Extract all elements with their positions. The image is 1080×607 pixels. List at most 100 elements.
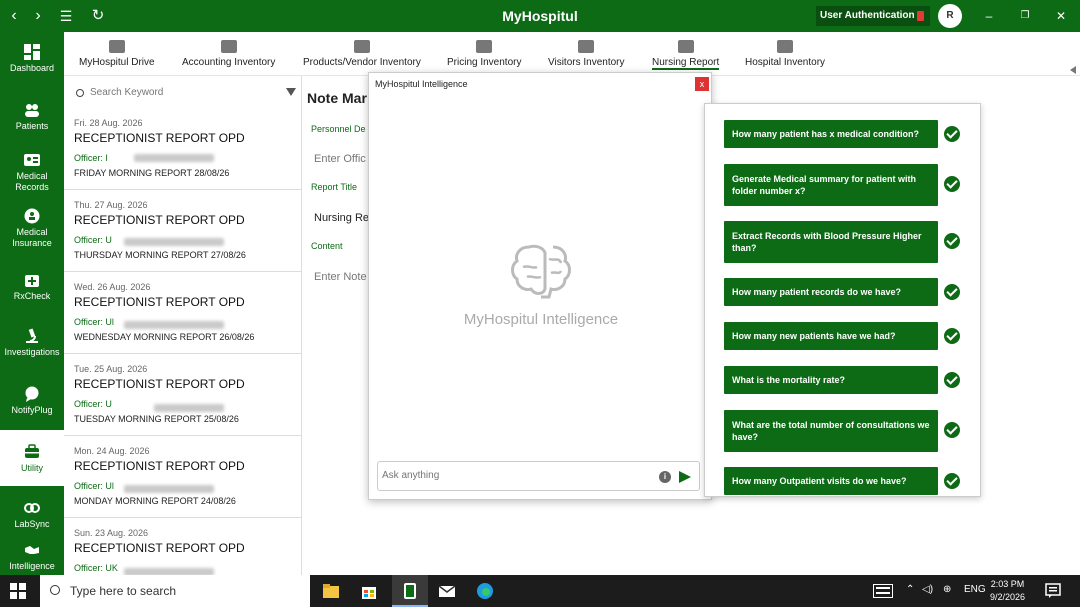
list-item[interactable]: Thu. 27 Aug. 2026 RECEPTIONIST REPORT OP… [64, 190, 301, 272]
sidebar-item-patients[interactable]: Patients [0, 102, 64, 142]
refresh-icon[interactable]: ↻ [88, 6, 108, 26]
report-date: Thu. 27 Aug. 2026 [74, 200, 148, 210]
title-bar: ‹ › ☰ ↻ MyHospitul User Authentication R… [0, 0, 1080, 32]
hamburger-menu-icon[interactable]: ☰ [56, 6, 76, 26]
tab-myhospitul-drive[interactable]: MyHospitul Drive [79, 40, 155, 68]
tab-visitors-inventory[interactable]: Visitors Inventory [548, 40, 625, 68]
personnel-label: Personnel De [311, 124, 366, 134]
dialog-logo-text: MyHospitul Intelligence [463, 311, 619, 328]
question-button[interactable]: How many patient has x medical condition… [724, 120, 938, 148]
list-item[interactable]: Wed. 26 Aug. 2026 RECEPTIONIST REPORT OP… [64, 272, 301, 354]
redaction [124, 485, 214, 493]
tab-label: Products/Vendor Inventory [303, 57, 421, 68]
keyboard-icon[interactable] [873, 584, 893, 598]
top-navigation: MyHospitul Drive Accounting Inventory Pr… [64, 32, 1080, 76]
taskbar-search-placeholder: Type here to search [70, 584, 177, 598]
calculator-icon [353, 40, 370, 53]
windows-start-icon[interactable] [10, 583, 26, 599]
notifications-icon[interactable] [1045, 583, 1061, 599]
store-icon[interactable] [360, 582, 378, 600]
search-icon [76, 89, 84, 97]
list-item[interactable]: Sun. 23 Aug. 2026 RECEPTIONIST REPORT OP… [64, 518, 301, 575]
redaction [124, 321, 224, 329]
clock-date: 9/2/2026 [990, 592, 1026, 602]
question-button[interactable]: What are the total number of consultatio… [724, 410, 938, 452]
globe-icon[interactable]: ⊕ [943, 584, 951, 595]
check-icon [944, 126, 960, 142]
user-authentication-button[interactable]: User Authentication [816, 6, 930, 26]
question-button[interactable]: How many new patients have we had? [724, 322, 938, 350]
taskbar: Type here to search ⌃ ◁) ⊕ ENG 2:03 PM 9… [0, 575, 1080, 607]
list-item[interactable]: Fri. 28 Aug. 2026 RECEPTIONIST REPORT OP… [64, 108, 301, 190]
chat-input[interactable] [382, 470, 642, 481]
sidebar: Dashboard Patients Medical Records Medic… [0, 32, 64, 575]
sync-icon [24, 503, 40, 513]
list-item[interactable]: Mon. 24 Aug. 2026 RECEPTIONIST REPORT OP… [64, 436, 301, 518]
question-button[interactable]: Extract Records with Blood Pressure High… [724, 221, 938, 263]
report-title: RECEPTIONIST REPORT OPD [74, 213, 245, 227]
minimize-icon[interactable]: – [980, 8, 998, 24]
id-card-icon [24, 154, 40, 166]
sidebar-item-dashboard[interactable]: Dashboard [0, 44, 64, 90]
shield-icon [24, 208, 40, 224]
tab-hospital-inventory[interactable]: Hospital Inventory [745, 40, 825, 68]
users-icon [25, 104, 39, 117]
report-summary: FRIDAY MORNING REPORT 28/08/26 [74, 168, 230, 178]
report-title-field[interactable]: Nursing Re [314, 212, 369, 224]
question-button[interactable]: How many Outpatient visits do we have? [724, 467, 938, 495]
system-clock[interactable]: 2:03 PM 9/2/2026 [990, 578, 1025, 604]
taskbar-search-input[interactable]: Type here to search [40, 575, 310, 607]
user-authentication-label: User Authentication [820, 10, 915, 21]
officer-field[interactable]: Enter Offic [314, 153, 366, 165]
tab-label: Nursing Report [652, 57, 720, 68]
maximize-icon[interactable]: ❐ [1016, 8, 1034, 24]
chat-bubble-icon [25, 386, 39, 402]
medkit-icon [25, 275, 39, 287]
question-button[interactable]: How many patient records do we have? [724, 278, 938, 306]
sidebar-item-medical-insurance[interactable]: Medical Insurance [0, 208, 64, 252]
report-summary: THURSDAY MORNING REPORT 27/08/26 [74, 250, 246, 260]
note-field[interactable]: Enter Note [314, 271, 367, 283]
microscope-icon [26, 328, 38, 343]
tab-nursing-report[interactable]: Nursing Report [652, 40, 720, 70]
mail-icon[interactable] [438, 582, 456, 600]
filter-icon[interactable] [286, 88, 296, 96]
tab-accounting-inventory[interactable]: Accounting Inventory [182, 40, 275, 68]
edge-browser-icon[interactable] [476, 582, 494, 600]
send-icon[interactable] [679, 471, 691, 483]
redaction [134, 154, 214, 162]
tab-pricing-inventory[interactable]: Pricing Inventory [447, 40, 521, 68]
info-icon[interactable]: i [659, 471, 671, 483]
report-date: Fri. 28 Aug. 2026 [74, 118, 143, 128]
sidebar-item-rxcheck[interactable]: RxCheck [0, 272, 64, 308]
scroll-left-icon[interactable] [1070, 66, 1076, 74]
check-icon [944, 284, 960, 300]
file-explorer-icon[interactable] [322, 582, 340, 600]
sidebar-item-intelligence[interactable]: Intelligence [0, 542, 64, 574]
volume-icon[interactable]: ◁) [922, 584, 933, 595]
sidebar-item-utility[interactable]: Utility [0, 430, 64, 486]
question-button[interactable]: Generate Medical summary for patient wit… [724, 164, 938, 206]
question-button[interactable]: What is the mortality rate? [724, 366, 938, 394]
tab-products-vendor-inventory[interactable]: Products/Vendor Inventory [303, 40, 421, 68]
sidebar-item-labsync[interactable]: LabSync [0, 500, 64, 534]
back-icon[interactable]: ‹ [4, 6, 24, 26]
myhospitul-taskbar-button[interactable] [392, 575, 428, 607]
list-item[interactable]: Tue. 25 Aug. 2026 RECEPTIONIST REPORT OP… [64, 354, 301, 436]
sidebar-item-investigations[interactable]: Investigations [0, 328, 64, 364]
report-title: RECEPTIONIST REPORT OPD [74, 131, 245, 145]
close-icon[interactable]: ✕ [1052, 8, 1070, 24]
sidebar-item-label: Patients [15, 121, 49, 131]
search-input[interactable]: Search Keyword [72, 84, 298, 102]
list-icon [677, 40, 694, 53]
language-indicator[interactable]: ENG [964, 584, 986, 595]
report-date: Tue. 25 Aug. 2026 [74, 364, 148, 374]
sidebar-item-label: Medical Records [15, 171, 49, 192]
sidebar-item-medical-records[interactable]: Medical Records [0, 152, 64, 196]
dialog-close-button[interactable]: x [695, 77, 709, 91]
forward-icon[interactable]: › [28, 6, 48, 26]
building-icon [777, 40, 794, 53]
avatar[interactable]: R [938, 4, 962, 28]
chevron-up-icon[interactable]: ⌃ [906, 584, 914, 595]
sidebar-item-notifyplug[interactable]: NotifyPlug [0, 386, 64, 422]
